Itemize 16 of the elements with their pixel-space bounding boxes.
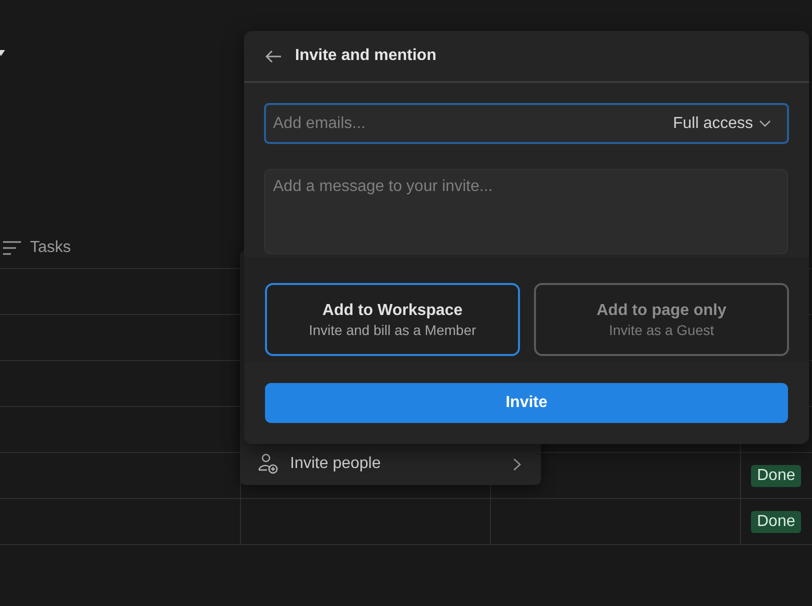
back-arrow-icon[interactable] [265,50,282,62]
invite-button[interactable]: Invite [265,383,788,423]
email-field[interactable]: Add emails... Full access [264,103,789,144]
message-field[interactable]: Add a message to your invite... [264,169,788,254]
menu-item[interactable]: Invite people [240,445,541,483]
status-badge: Done [751,464,802,486]
text-lines-icon [3,241,21,255]
chevron-down-icon [759,120,771,127]
status-badge: Done [751,510,802,532]
column-header[interactable]: Tasks [30,239,71,257]
access-dropdown[interactable]: Full access [672,114,771,132]
chevron-right-icon [513,458,521,470]
option-card[interactable]: Add to Workspace Invite and bill as a Member [265,283,520,356]
dialog-title: Invite and mention [295,47,436,65]
add-person-icon [258,453,280,475]
option-card[interactable]: Add to page only Invite as a Guest [534,283,789,356]
